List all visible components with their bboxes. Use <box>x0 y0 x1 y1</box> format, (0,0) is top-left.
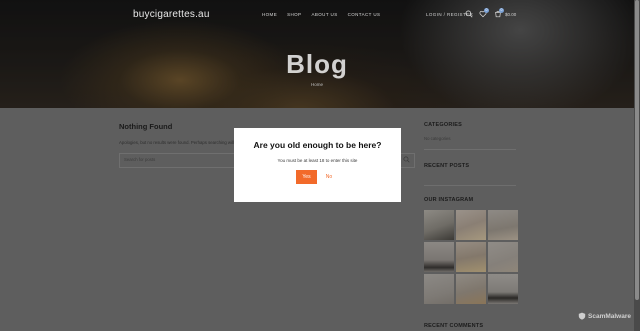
recent-comments-heading: RECENT COMMENTS <box>424 323 484 329</box>
divider <box>424 185 516 186</box>
page-title: Blog <box>286 49 348 79</box>
cart-count-badge: 0 <box>499 8 504 13</box>
instagram-photo[interactable] <box>424 242 454 272</box>
site-logo[interactable]: buycigarettes.au <box>133 9 210 20</box>
search-icon[interactable] <box>403 156 410 163</box>
instagram-grid <box>424 210 518 304</box>
instagram-heading: OUR INSTAGRAM <box>424 197 474 203</box>
modal-title: Are you old enough to be here? <box>253 140 382 150</box>
categories-empty: No categories <box>424 136 451 141</box>
modal-message: You must be at least 18 to enter this si… <box>277 158 358 163</box>
instagram-photo[interactable] <box>488 210 518 240</box>
nothing-found-message: Apologies, but no results were found. Pe… <box>119 140 245 145</box>
nav-about-us[interactable]: ABOUT US <box>311 12 337 17</box>
search-placeholder: Search for posts <box>124 157 156 162</box>
instagram-photo[interactable] <box>424 274 454 304</box>
watermark-text: ScamMalware <box>588 312 631 320</box>
scrollbar-thumb[interactable] <box>635 0 639 300</box>
site-header: buycigarettes.au HOME SHOP ABOUT US CONT… <box>0 0 634 30</box>
no-button[interactable]: No <box>323 170 335 184</box>
nav-home[interactable]: HOME <box>262 12 277 17</box>
instagram-photo[interactable] <box>424 210 454 240</box>
recent-posts-heading: RECENT POSTS <box>424 163 470 169</box>
instagram-photo[interactable] <box>456 242 486 272</box>
instagram-photo[interactable] <box>456 274 486 304</box>
yes-button[interactable]: Yes <box>296 170 317 184</box>
shield-icon <box>578 312 586 320</box>
wishlist-count-badge: 0 <box>484 8 489 13</box>
age-verification-modal: Are you old enough to be here? You must … <box>234 128 401 202</box>
breadcrumb[interactable]: Home <box>0 82 634 87</box>
main-nav: HOME SHOP ABOUT US CONTACT US <box>262 12 380 17</box>
instagram-photo[interactable] <box>488 274 518 304</box>
instagram-photo[interactable] <box>488 242 518 272</box>
instagram-photo[interactable] <box>456 210 486 240</box>
divider <box>424 149 516 150</box>
watermark: ScamMalware <box>578 312 631 320</box>
search-icon[interactable] <box>465 10 473 18</box>
categories-heading: CATEGORIES <box>424 122 462 128</box>
cart-total[interactable]: $0.00 <box>505 12 516 17</box>
nav-shop[interactable]: SHOP <box>287 12 301 17</box>
nothing-found-heading: Nothing Found <box>119 122 173 131</box>
nav-contact-us[interactable]: CONTACT US <box>348 12 381 17</box>
